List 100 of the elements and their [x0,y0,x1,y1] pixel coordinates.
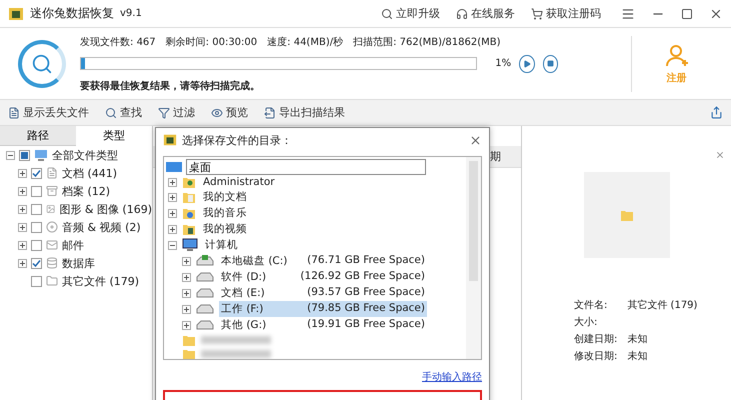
menu-icon[interactable] [621,6,635,20]
close-icon[interactable] [469,134,482,146]
progress-percent: 1% [495,58,512,69]
drive-item[interactable]: 软件 (D:) (126.92 GB Free Space) [219,269,427,285]
export-icon [264,106,276,118]
app-logo-icon [8,6,24,22]
blurred-label [201,336,271,344]
video-folder-icon [182,222,196,236]
checkbox[interactable] [31,204,42,214]
drive-icon [196,271,214,283]
app-title: 迷你兔数据恢复 [30,5,114,22]
stop-button[interactable] [542,54,558,72]
tree-label[interactable]: 档案 (12) [62,184,110,198]
tree-label[interactable]: 图形 & 图像 (169) [59,202,152,216]
checkbox[interactable] [19,150,30,160]
checkbox[interactable] [31,222,42,232]
scan-stat: 剩余时间: 00:30:00 [166,36,258,48]
checkbox[interactable] [31,258,42,268]
expand-icon[interactable] [18,168,27,178]
panel-tab[interactable]: 路径 [0,126,76,146]
folder-item[interactable]: 计算机 [203,237,240,253]
expand-icon[interactable] [182,256,191,266]
folder-icon [182,347,196,359]
expand-icon[interactable] [168,208,177,218]
play-button[interactable] [519,54,535,72]
drive-item[interactable]: 文档 (E:) (93.57 GB Free Space) [219,285,427,301]
field-value: 未知 [627,332,648,346]
folder-icon [620,208,634,222]
expand-icon[interactable] [18,186,27,196]
close-icon[interactable] [715,150,725,160]
expand-icon[interactable] [168,178,177,186]
checkbox[interactable] [31,240,42,250]
app-logo-icon [163,133,177,147]
disc-icon [46,221,58,233]
image-icon [46,203,56,215]
tree-label[interactable]: 邮件 [62,238,84,252]
manual-path-link[interactable]: 手动输入路径 [422,370,482,384]
scan-message: 要获得最佳恢复结果，请等待扫描完成。 [80,79,261,92]
title-link[interactable]: 在线服务 [456,6,515,21]
field-label: 大小: [574,316,598,329]
checkbox[interactable] [31,168,42,178]
expand-icon[interactable] [182,288,191,298]
expand-icon[interactable] [18,204,27,214]
folder-item[interactable]: 我的音乐 [201,205,249,221]
tree-label[interactable]: 文档 (441) [62,166,118,180]
folder-item[interactable]: 我的视频 [201,221,249,237]
expand-icon[interactable] [182,272,191,282]
filter-icon [158,106,170,118]
document-icon [8,106,20,118]
blurred-label [201,350,271,358]
expand-icon[interactable] [182,304,191,314]
scan-stat: 速度: 44(MB)/秒 [267,36,344,48]
documents-folder-icon [182,190,196,204]
desktop-icon [166,161,182,173]
computer-icon [182,238,198,252]
panel-tab[interactable]: 类型 [76,126,152,146]
eye-icon [211,106,223,118]
toolbar-button[interactable]: 过滤 [158,105,195,120]
magnifier-icon [381,8,393,20]
field-value: 其它文件 (179) [627,298,698,312]
scrollbar[interactable] [466,157,481,359]
field-label: 创建日期: [574,332,618,346]
expand-icon[interactable] [168,224,177,234]
drive-item[interactable]: 工作 (F:) (79.85 GB Free Space) [219,301,427,317]
dialog-title: 选择保存文件的目录： [182,132,292,148]
tree-label[interactable]: 数据库 [62,256,95,270]
music-folder-icon [182,206,196,220]
version-label: v9.1 [120,8,142,19]
document-icon [46,167,58,179]
share-icon[interactable] [710,106,723,119]
toolbar-button[interactable]: 查找 [105,105,142,120]
drive-item[interactable]: 本地磁盘 (C:) (76.71 GB Free Space) [219,253,427,269]
drive-item[interactable]: 其他 (G:) (19.91 GB Free Space) [219,317,427,333]
drive-icon [196,303,214,315]
expand-icon[interactable] [18,258,27,268]
expand-icon[interactable] [18,240,27,250]
toolbar-button[interactable]: 导出扫描结果 [264,105,345,120]
title-link[interactable]: 获取注册码 [531,6,601,21]
title-link[interactable]: 立即升级 [381,6,440,21]
location-field[interactable]: 桌面 [186,159,426,175]
database-icon [46,257,58,269]
toolbar-button[interactable]: 显示丢失文件 [8,105,89,120]
folder-item[interactable]: 我的文档 [201,189,249,205]
collapse-icon[interactable] [168,240,177,250]
maximize-icon[interactable] [681,8,693,20]
expand-icon[interactable] [168,192,177,202]
search-icon [105,106,117,118]
folder-item[interactable]: Administrator [201,175,277,189]
expand-icon[interactable] [182,320,191,330]
checkbox[interactable] [31,276,42,286]
checkbox[interactable] [31,186,42,196]
toolbar-button[interactable]: 预览 [211,105,248,120]
tree-label[interactable]: 其它文件 (179) [62,274,140,288]
headset-icon [456,8,468,20]
collapse-icon[interactable] [6,150,15,160]
user-folder-icon [182,175,196,189]
monitor-icon [34,149,48,161]
tree-label[interactable]: 全部文件类型 [52,148,118,162]
tree-label[interactable]: 音频 & 视频 (2) [62,220,141,234]
expand-icon[interactable] [18,222,27,232]
